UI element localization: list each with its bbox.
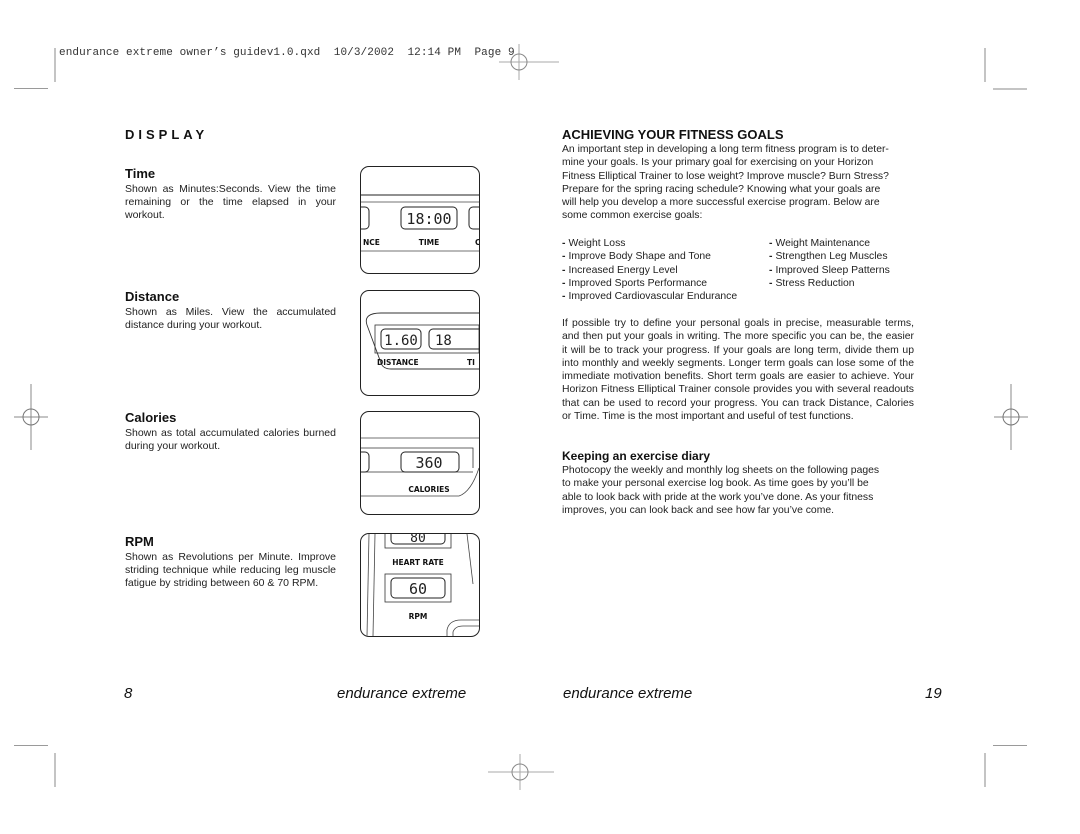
crop-mark-br-vertical — [984, 753, 986, 787]
item-title: Time — [125, 166, 156, 181]
goals-column-2: - Weight Maintenance - Strengthen Leg Musc… — [769, 237, 890, 290]
crop-mark-bl-horizontal — [14, 745, 48, 746]
display-item-time: Time Shown as Minutes:Seconds. View the … — [125, 166, 336, 223]
diary-line: Photocopy the weekly and monthly log she… — [562, 465, 880, 476]
console-image-time: 18:00 NCE TIME C — [360, 166, 480, 274]
intro-line: mine your goals. Is your primary goal fo… — [562, 157, 874, 169]
lcd-readout: 60 — [409, 580, 427, 598]
lcd-readout: 18:00 — [406, 210, 451, 228]
page-number-right: 19 — [925, 685, 942, 702]
intro-line: will help you develop a more successful … — [562, 197, 880, 209]
console-label: RPM — [409, 612, 428, 621]
console-label: DISTANCE — [377, 358, 419, 367]
crop-mark-tr-horizontal — [993, 88, 1027, 90]
intro-paragraph: An important step in developing a long t… — [562, 143, 914, 223]
fitness-goals-heading: ACHIEVING YOUR FITNESS GOALS — [562, 127, 784, 142]
goal-item: - Improved Sports Performance — [562, 277, 708, 289]
goals-column-1: - Weight Loss - Improve Body Shape and Ton… — [562, 237, 737, 303]
partial-label: C — [475, 238, 479, 247]
exercise-diary-section: Keeping an exercise diary Photocopy the … — [562, 449, 914, 517]
goal-item: - Weight Maintenance — [769, 238, 871, 249]
partial-readout: 18 — [435, 333, 452, 349]
crop-mark-tl-vertical — [54, 48, 56, 82]
partial-label: TI — [467, 358, 475, 367]
lcd-readout: 360 — [415, 454, 442, 472]
crop-mark-tl-horizontal — [14, 88, 48, 89]
item-title: Calories — [125, 410, 177, 425]
diary-line: to make your personal exercise log book.… — [562, 478, 869, 490]
diary-heading: Keeping an exercise diary — [562, 449, 711, 463]
item-description: Shown as Miles. View the accumulated dis… — [125, 306, 336, 332]
goal-item: - Weight Loss — [562, 238, 626, 249]
intro-line: Prepare for the spring racing schedule? … — [562, 183, 881, 195]
crop-mark-tr-vertical — [984, 48, 986, 82]
lcd-readout-top: 80 — [410, 534, 426, 546]
registration-mark-top-icon — [493, 42, 563, 82]
goal-item: - Improved Sleep Patterns — [769, 264, 890, 276]
console-label-top: HEART RATE — [392, 558, 444, 567]
goal-item: - Strengthen Leg Muscles — [769, 251, 888, 263]
display-item-distance: Distance Shown as Miles. View the accumu… — [125, 289, 336, 332]
footer-title-left: endurance extreme — [337, 685, 467, 702]
crop-mark-br-horizontal — [993, 745, 1027, 746]
diary-paragraph: Photocopy the weekly and monthly log she… — [562, 464, 914, 517]
console-image-rpm: 80 HEART RATE 60 RPM — [360, 533, 480, 637]
goal-item: - Improved Cardiovascular Endurance — [562, 291, 738, 303]
diary-line: able to look back with pride at the work… — [562, 491, 874, 503]
intro-line: An important step in developing a long t… — [562, 144, 889, 155]
display-item-rpm: RPM Shown as Revolutions per Minute. Imp… — [125, 534, 336, 591]
item-description: Shown as Minutes:Seconds. View the time … — [125, 183, 336, 222]
goal-item: - Stress Reduction — [769, 277, 855, 289]
partial-label: NCE — [363, 238, 380, 247]
registration-mark-left-icon — [12, 382, 52, 452]
console-image-distance: 1.60 18 DISTANCE TI — [360, 290, 480, 396]
goal-item: - Increased Energy Level — [562, 264, 678, 276]
console-label: CALORIES — [408, 485, 449, 494]
lcd-readout: 1.60 — [384, 333, 418, 349]
intro-line: Fitness Elliptical Trainer to lose weigh… — [562, 170, 889, 182]
intro-line: some common exercise goals: — [562, 210, 703, 222]
goal-item: - Improve Body Shape and Tone — [562, 251, 711, 263]
item-description: Shown as Revolutions per Minute. Improve… — [125, 551, 336, 590]
crop-mark-bl-vertical — [54, 753, 56, 787]
console-image-calories: 360 CALORIES — [360, 411, 480, 515]
fitness-goals-section: ACHIEVING YOUR FITNESS GOALS An importan… — [562, 127, 914, 223]
footer-title-right: endurance extreme — [563, 685, 693, 702]
diary-line: improves, you can look back and see how … — [562, 504, 835, 516]
slug-line: endurance extreme owner’s guidev1.0.qxd … — [59, 47, 515, 59]
console-label: TIME — [419, 238, 440, 247]
page-number-left: 8 — [124, 685, 133, 702]
registration-mark-right-icon — [992, 382, 1032, 452]
section-title-display: DISPLAY — [125, 127, 209, 142]
goals-advice: If possible try to define your personal … — [562, 317, 914, 423]
item-title: Distance — [125, 289, 180, 304]
display-item-calories: Calories Shown as total accumulated calo… — [125, 410, 336, 453]
goals-paragraph: If possible try to define your personal … — [562, 318, 914, 423]
item-description: Shown as total accumulated calories burn… — [125, 427, 336, 453]
item-title: RPM — [125, 534, 154, 549]
registration-mark-bottom-icon — [486, 752, 556, 792]
